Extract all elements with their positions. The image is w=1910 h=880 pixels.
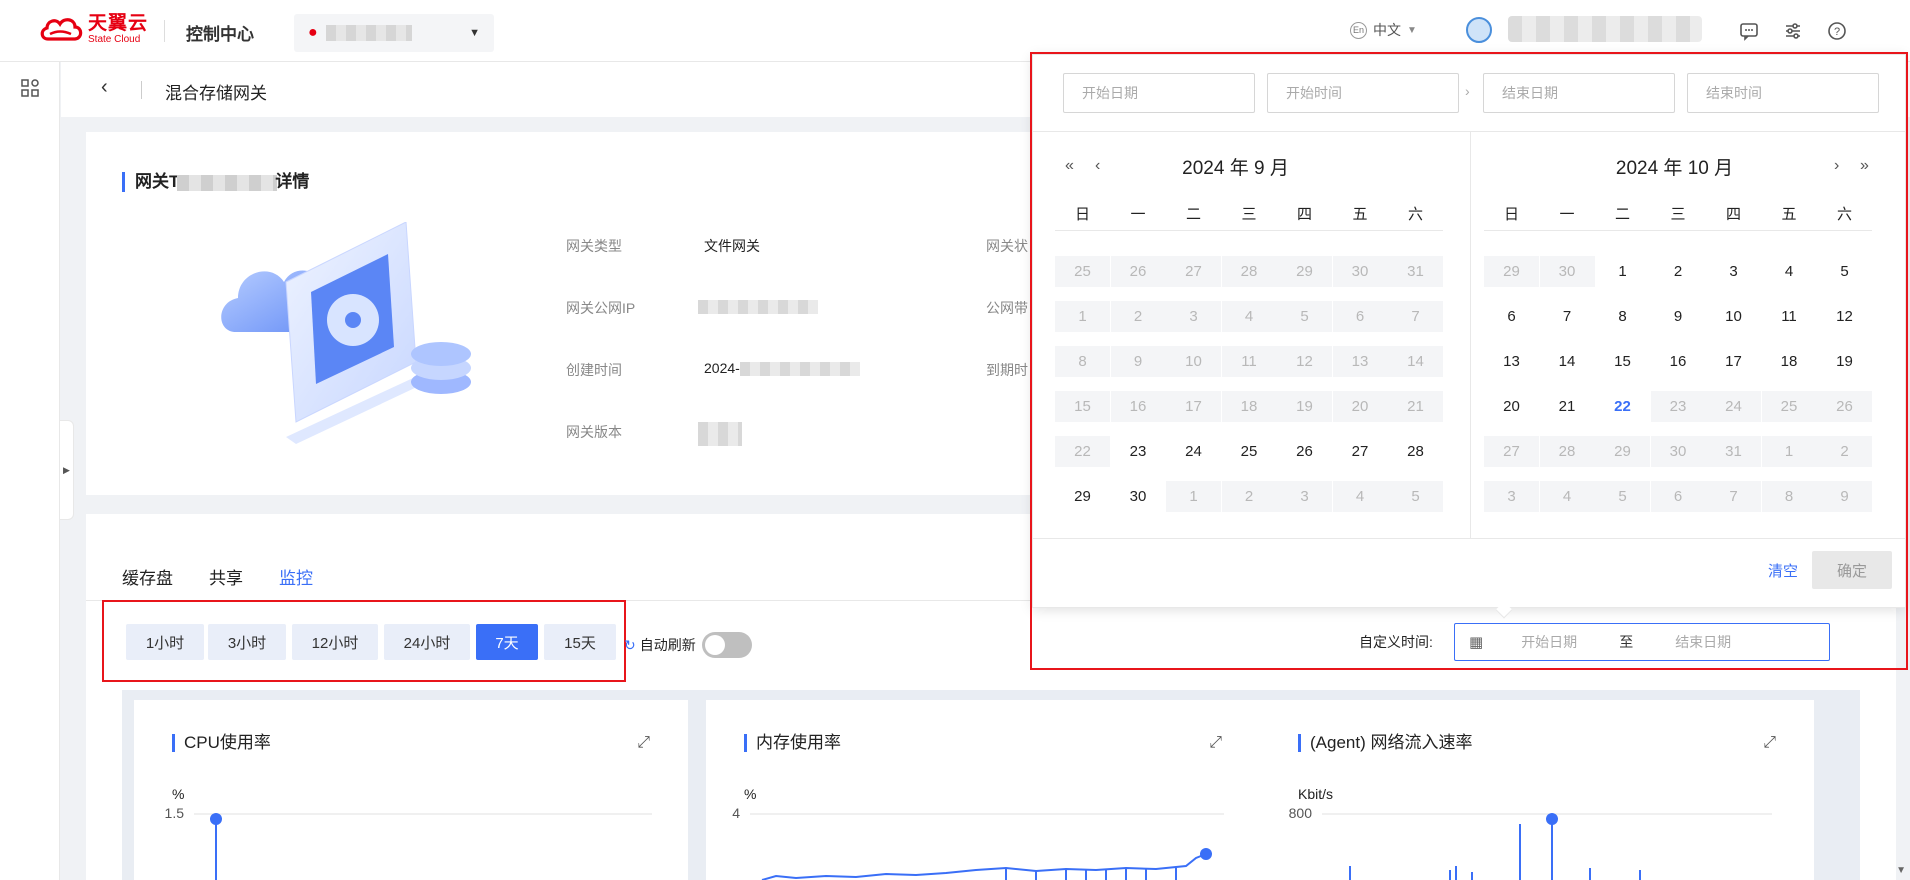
divider [164,20,165,42]
tab-share[interactable]: 共享 [209,564,243,589]
title-prefix: 网关T [135,172,180,191]
data-point [1546,813,1558,825]
logo[interactable]: 天翼云 State Cloud [38,14,148,45]
date-picker-highlight [1030,52,1908,670]
avatar[interactable] [1466,17,1492,43]
auto-refresh-label: 自动刷新 [639,637,696,653]
field-label: 公网带 [986,300,1028,316]
title-suffix: 详情 [275,172,310,191]
chart-title: (Agent) 网络流入速率 [1298,734,1472,752]
auto-refresh: ↻ 自动刷新 [624,632,752,658]
apps-grid-icon[interactable] [20,78,40,104]
caret-right-icon: ▶ [63,464,70,475]
cloud-logo-icon [40,17,83,41]
auto-refresh-toggle[interactable] [701,632,752,658]
time-redacted [739,362,860,377]
range-7d-button[interactable]: 7天 [476,624,538,660]
console-title[interactable]: 控制中心 [186,20,254,45]
y-tick: 1.5 [165,805,185,821]
field-label: 网关状 [986,238,1028,254]
storage-illustration-image [221,222,471,444]
expand-icon[interactable]: ⤢ [1763,734,1776,752]
cpu-chart: CPU使用率 ⤢ % 1.5 [134,700,688,880]
cpu-chart-plot: 1.5 [165,805,652,880]
version-redacted [698,422,742,446]
tab-bar: 缓存盘 共享 监控 [122,564,313,589]
field-label: 网关类型 [566,238,622,254]
toggle-knob [704,635,725,655]
refresh-icon: ↻ [624,636,636,653]
data-point [210,813,222,825]
field-value: 2024- [704,360,740,376]
y-tick: 4 [732,805,740,821]
card-title: 网关T 详情 [122,172,309,192]
chart-title: 内存使用率 [744,734,841,752]
network-in-chart: (Agent) 网络流入速率 ⤢ Kbit/s 800 [1260,700,1814,880]
region-name-redacted [325,25,412,41]
tab-monitor[interactable]: 监控 [279,564,313,589]
settings-sliders-icon[interactable] [1782,20,1804,42]
brand-name: 天翼云 [88,13,149,34]
range-12h-button[interactable]: 12小时 [292,624,378,660]
network-chart-plot: 800 [1289,805,1772,880]
location-pin-icon: ● [308,24,318,41]
expand-icon[interactable]: ⤢ [637,734,650,752]
y-tick: 800 [1289,805,1313,821]
back-arrow-icon[interactable]: ‹ [101,76,108,99]
chevron-down-icon: ▼ [469,27,480,39]
field-label: 网关公网IP [566,300,636,316]
help-icon[interactable]: ? [1826,20,1848,42]
field-label: 网关版本 [566,424,622,440]
svg-text:?: ? [1834,26,1840,38]
divider [141,81,142,99]
field-label: 到期时 [986,362,1028,378]
range-15d-button[interactable]: 15天 [544,624,616,660]
range-24h-button[interactable]: 24小时 [384,624,470,660]
chevron-down-icon: ▼ [1407,24,1417,36]
ip-redacted [698,300,818,315]
field-value: 文件网关 [704,238,760,254]
message-icon[interactable] [1738,20,1760,42]
region-selector[interactable]: ● ▼ [294,14,494,52]
expand-icon[interactable]: ⤢ [1209,734,1222,752]
data-point [1200,848,1212,860]
left-rail [0,62,60,880]
range-1h-button[interactable]: 1小时 [126,624,204,660]
memory-chart-plot: 4 [732,805,1224,880]
sidebar-expand-handle[interactable]: ▶ [60,420,74,520]
scroll-down-icon[interactable]: ▼ [1896,865,1906,876]
field-label: 创建时间 [566,362,622,378]
language-label: 中文 [1373,22,1401,38]
range-3h-button[interactable]: 3小时 [208,624,286,660]
chart-title: CPU使用率 [172,734,271,752]
language-icon: En [1350,21,1367,39]
language-switcher[interactable]: En 中文 ▼ [1350,20,1417,40]
username-redacted[interactable] [1508,16,1702,42]
gateway-name-redacted [177,174,278,191]
tab-cache-disk[interactable]: 缓存盘 [122,564,173,589]
brand-name-en: State Cloud [88,34,141,45]
memory-chart: 内存使用率 ⤢ % 4 [706,700,1260,880]
page-title: 混合存储网关 [165,84,267,103]
